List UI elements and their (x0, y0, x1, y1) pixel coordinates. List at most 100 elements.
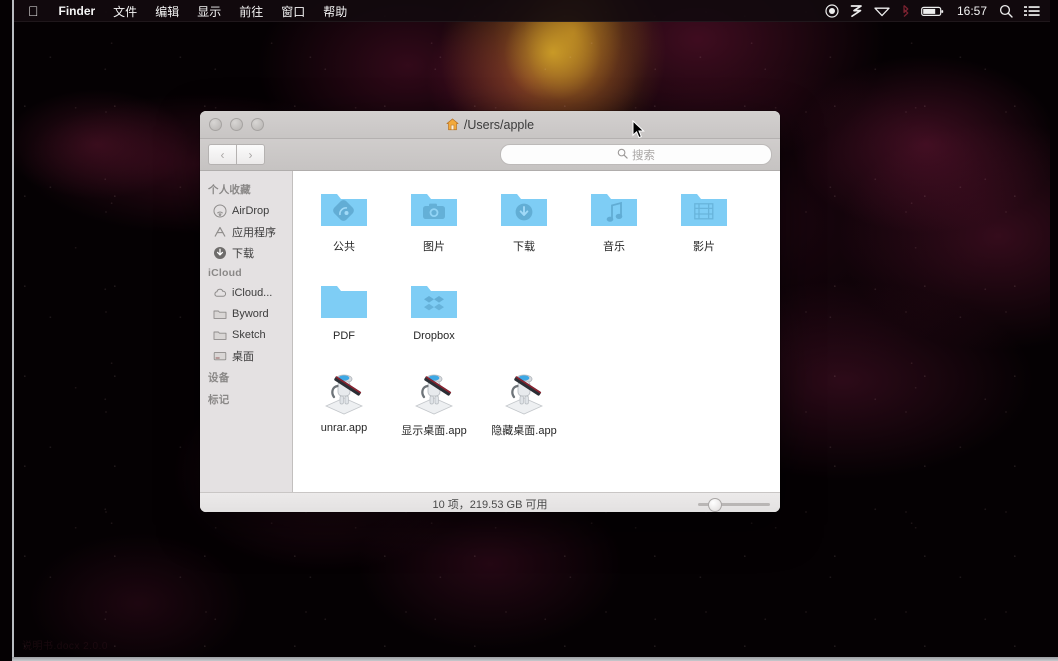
folder-icon (213, 307, 227, 321)
menu-item-view[interactable]: 显示 (188, 0, 230, 22)
window-title-group: /Users/apple (200, 118, 780, 132)
folder-downloads-icon (497, 185, 551, 233)
window-statusbar: 10 项，219.53 GB 可用 (200, 492, 780, 512)
menu-item-finder[interactable]: Finder (50, 0, 105, 22)
file-label: Dropbox (413, 330, 455, 342)
file-item[interactable]: 下载 (479, 183, 569, 275)
icon-grid: 公共 图片 下载 音乐 影片 PDF Dropbox unrar.app 显示桌… (293, 183, 780, 459)
search-placeholder: 搜索 (632, 149, 655, 162)
sidebar-item-downloads[interactable]: 下载 (200, 242, 292, 263)
folder-public-icon (317, 185, 371, 233)
wifi-icon[interactable] (874, 4, 890, 18)
desktop-screen: 说明书.docx 2.0.0  Finder 文件 编辑 显示 前往 窗口 帮… (0, 0, 1058, 661)
folder-music-icon (587, 185, 641, 233)
sidebar-label: 桌面 (232, 350, 254, 363)
menu-item-edit[interactable]: 编辑 (146, 0, 188, 22)
window-title: /Users/apple (463, 117, 535, 132)
window-body: 个人收藏 AirDrop 应用程序 下载 iCloud iCloud... By… (200, 171, 780, 492)
sidebar-item-desktop[interactable]: 桌面 (200, 345, 292, 366)
folder-pictures-icon (407, 185, 461, 233)
file-label: unrar.app (320, 422, 368, 434)
home-icon (446, 118, 459, 131)
sidebar-header-icloud: iCloud (208, 267, 242, 279)
file-item[interactable]: 显示桌面.app (389, 367, 479, 459)
sidebar-header-devices: 设备 (208, 372, 230, 384)
automator-robot-icon (317, 369, 371, 417)
file-label: 音乐 (603, 241, 625, 253)
file-item[interactable]: PDF (299, 275, 389, 367)
folder-plain-icon (317, 277, 371, 325)
sidebar-item-icloud-drive[interactable]: iCloud... (200, 282, 292, 303)
applications-icon (213, 225, 227, 239)
sidebar-header-favorites: 个人收藏 (208, 184, 251, 196)
sidebar-header-tags: 标记 (208, 394, 230, 406)
minimize-button[interactable] (230, 118, 243, 131)
file-content-area[interactable]: 公共 图片 下载 音乐 影片 PDF Dropbox unrar.app 显示桌… (293, 171, 780, 492)
record-circle-icon[interactable] (825, 4, 839, 18)
window-titlebar[interactable]: /Users/apple (200, 111, 780, 139)
file-item[interactable]: 音乐 (569, 183, 659, 275)
close-button[interactable] (209, 118, 222, 131)
sidebar-item-sketch[interactable]: Sketch (200, 324, 292, 345)
file-label: 图片 (423, 241, 445, 253)
menu-bar-clock[interactable]: 16:57 (957, 4, 987, 18)
menu-bar-status-area: 16:57 (825, 0, 1050, 22)
apple-logo-icon[interactable]:  (14, 4, 50, 18)
notification-center-icon[interactable] (1024, 4, 1040, 18)
menu-bar:  Finder 文件 编辑 显示 前往 窗口 帮助 (14, 0, 1050, 22)
sidebar-item-byword[interactable]: Byword (200, 303, 292, 324)
sidebar-label: Byword (232, 307, 269, 320)
automator-robot-icon (497, 369, 551, 417)
menu-item-file[interactable]: 文件 (104, 0, 146, 22)
file-item[interactable]: 隐藏桌面.app (479, 367, 569, 459)
arrow-cursor (632, 119, 645, 144)
battery-icon[interactable] (921, 4, 945, 18)
file-item[interactable]: 影片 (659, 183, 749, 275)
sidebar-item-applications[interactable]: 应用程序 (200, 221, 292, 242)
menu-item-go[interactable]: 前往 (230, 0, 272, 22)
sidebar-item-airdrop[interactable]: AirDrop (200, 200, 292, 221)
folder-movies-icon (677, 185, 731, 233)
bluetooth-icon[interactable] (901, 4, 910, 18)
downloads-icon (213, 246, 227, 260)
file-item[interactable]: unrar.app (299, 367, 389, 459)
desktop-icon (213, 349, 227, 363)
airdrop-icon (213, 204, 227, 218)
back-button[interactable]: ‹ (208, 144, 236, 165)
search-input[interactable]: 搜索 (500, 144, 772, 165)
menu-item-help[interactable]: 帮助 (314, 0, 356, 22)
sidebar-label: 应用程序 (232, 226, 276, 239)
menu-item-window[interactable]: 窗口 (272, 0, 314, 22)
zoom-button[interactable] (251, 118, 264, 131)
sidebar-label: AirDrop (232, 204, 270, 217)
file-item[interactable]: 公共 (299, 183, 389, 275)
folder-dropbox-icon (407, 277, 461, 325)
file-label: PDF (333, 330, 355, 342)
forward-button[interactable]: › (236, 144, 265, 165)
spotlight-search-icon[interactable] (999, 4, 1013, 18)
navigation-buttons: ‹ › (208, 144, 265, 165)
file-label: 隐藏桌面.app (491, 425, 557, 437)
screen-bottom-bezel (12, 657, 1058, 661)
automator-robot-icon (407, 369, 461, 417)
icloud-icon (213, 286, 227, 300)
file-label: 下载 (513, 241, 535, 253)
sidebar-label: iCloud... (232, 286, 273, 299)
desktop-file-label: 说明书.docx 2.0.0 (22, 641, 108, 652)
finder-window[interactable]: /Users/apple ‹ › 搜索 个人收藏 AirDrop 应用程序 下载… (200, 111, 780, 512)
traffic-light-buttons (200, 118, 264, 131)
file-item[interactable]: Dropbox (389, 275, 479, 367)
slider-knob[interactable] (708, 497, 722, 512)
search-icon (617, 146, 628, 164)
file-label: 影片 (693, 241, 715, 253)
icon-size-slider[interactable] (698, 497, 770, 512)
sidebar-label: 下载 (232, 247, 254, 260)
screen-left-bezel (12, 0, 14, 661)
file-item[interactable]: 图片 (389, 183, 479, 275)
folder-icon (213, 328, 227, 342)
sogou-input-icon[interactable] (850, 4, 863, 18)
sidebar: 个人收藏 AirDrop 应用程序 下载 iCloud iCloud... By… (200, 171, 293, 492)
sidebar-label: Sketch (232, 328, 266, 341)
status-text: 10 项，219.53 GB 可用 (432, 498, 548, 511)
menu-bar-left:  Finder 文件 编辑 显示 前往 窗口 帮助 (14, 0, 356, 22)
